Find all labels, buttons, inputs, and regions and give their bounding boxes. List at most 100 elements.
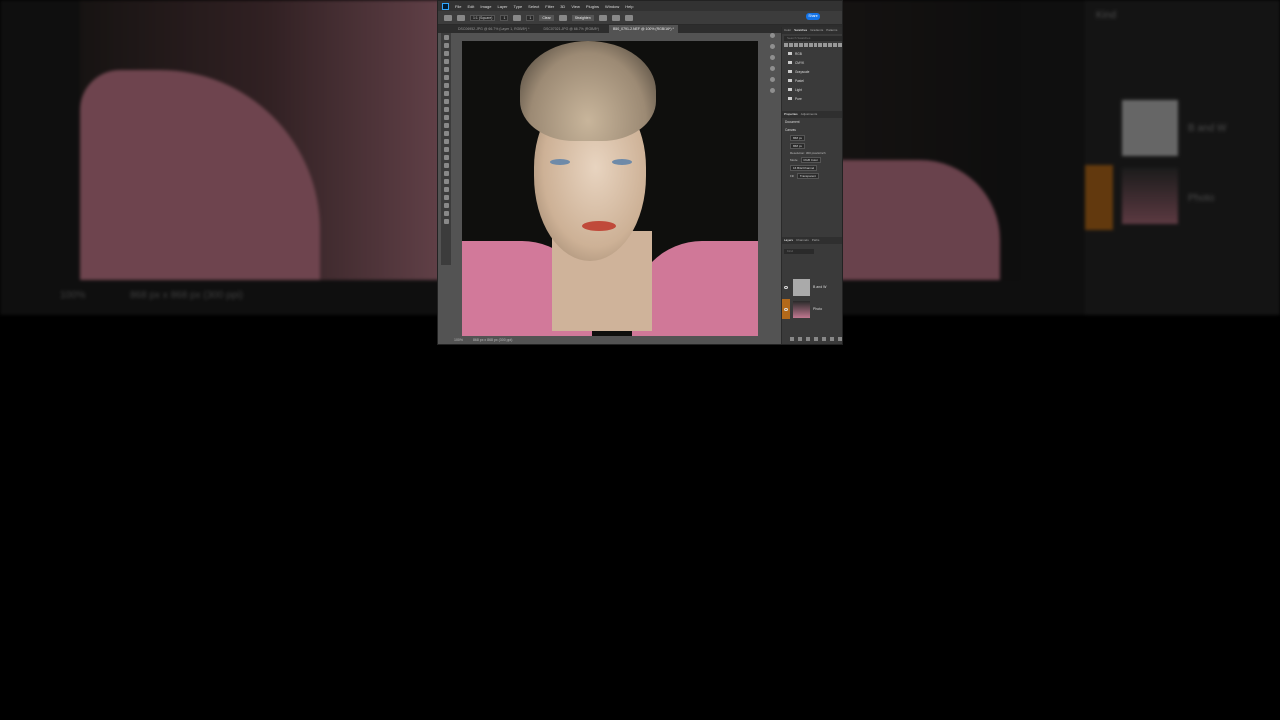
swatch[interactable]: [823, 43, 828, 47]
more-tools-icon[interactable]: [443, 203, 449, 208]
tab-dsc06952[interactable]: DSC06952.JPG @ 66.7% (Layer 1, RGB/8*) *: [454, 25, 533, 33]
menu-3d[interactable]: 3D: [560, 4, 565, 9]
tab-paths[interactable]: Paths: [812, 237, 820, 244]
home-icon[interactable]: [444, 14, 452, 21]
bit-depth-select[interactable]: 16 Bits/Channel: [790, 165, 818, 171]
swap-icon[interactable]: [513, 14, 522, 21]
tab-layers[interactable]: Layers: [784, 237, 793, 244]
swatch[interactable]: [788, 43, 793, 47]
menu-select[interactable]: Select: [528, 4, 539, 9]
trash-icon[interactable]: [838, 337, 842, 341]
swatch[interactable]: [793, 43, 798, 47]
zoom-level[interactable]: 100%: [454, 338, 463, 342]
pen-tool-icon[interactable]: [443, 155, 449, 160]
eyedropper-tool-icon[interactable]: [443, 83, 449, 88]
straighten-button[interactable]: Straighten: [571, 14, 594, 21]
zoom-tool-icon[interactable]: [443, 195, 449, 200]
marquee-tool-icon[interactable]: [443, 43, 449, 48]
mode-select[interactable]: RGB Color: [800, 157, 822, 163]
menu-plugins[interactable]: Plugins: [586, 4, 599, 9]
crop-tool-icon[interactable]: [457, 14, 465, 21]
tab-adjustments[interactable]: Adjustments: [801, 111, 818, 118]
visibility-eye-icon[interactable]: [782, 299, 790, 319]
info-icon[interactable]: [769, 44, 775, 49]
menu-file[interactable]: File: [455, 4, 461, 9]
menu-help[interactable]: Help: [625, 4, 633, 9]
menu-type[interactable]: Type: [514, 4, 523, 9]
layer-row-photo[interactable]: Photo: [782, 299, 842, 319]
tab-properties[interactable]: Properties: [784, 111, 798, 118]
swatch[interactable]: [813, 43, 818, 47]
brush-tool-icon[interactable]: [443, 99, 449, 104]
blur-tool-icon[interactable]: [443, 139, 449, 144]
lasso-tool-icon[interactable]: [443, 51, 449, 56]
ratio-select[interactable]: 1:1 (Square): [470, 14, 496, 21]
tab-color[interactable]: Color: [784, 27, 791, 34]
tab-gradients[interactable]: Gradients: [810, 27, 823, 34]
crop-tool-icon[interactable]: [443, 67, 449, 72]
tab-swatches[interactable]: Swatches: [794, 27, 807, 34]
brush-settings-icon[interactable]: [769, 55, 775, 60]
swatch-folder-cmyk[interactable]: CMYK: [782, 58, 842, 67]
frame-tool-icon[interactable]: [443, 75, 449, 80]
move-tool-icon[interactable]: [443, 35, 449, 40]
menu-window[interactable]: Window: [605, 4, 619, 9]
tab-dsc07021[interactable]: DSC07021.JPG @ 66.7% (RGB/8*): [539, 25, 603, 33]
history-brush-icon[interactable]: [443, 115, 449, 120]
swatch[interactable]: [838, 43, 842, 47]
straighten-icon[interactable]: [558, 14, 567, 21]
swatch-folder-grayscale[interactable]: Grayscale: [782, 67, 842, 76]
swatches-search-input[interactable]: Search Swatches: [784, 36, 842, 41]
link-icon[interactable]: [790, 337, 794, 341]
mask-icon[interactable]: [806, 337, 810, 341]
height-field[interactable]: 868 px: [790, 143, 806, 149]
quick-select-tool-icon[interactable]: [443, 59, 449, 64]
character-icon[interactable]: [769, 77, 775, 82]
delete-cropped-icon[interactable]: [624, 14, 633, 21]
type-tool-icon[interactable]: [443, 163, 449, 168]
adjustment-layer-icon[interactable]: [814, 337, 818, 341]
tab-b50-0791[interactable]: B50_0791-2.NEF @ 100% (RGB/16*) *: [608, 25, 678, 33]
swatch[interactable]: [803, 43, 808, 47]
tab-channels[interactable]: Channels: [796, 237, 809, 244]
hand-tool-icon[interactable]: [443, 187, 449, 192]
document-canvas[interactable]: [462, 41, 758, 336]
fill-select[interactable]: Transparent: [796, 173, 819, 179]
dodge-tool-icon[interactable]: [443, 147, 449, 152]
swatch-folder-pure[interactable]: Pure: [782, 94, 842, 103]
swatch[interactable]: [798, 43, 803, 47]
new-layer-icon[interactable]: [830, 337, 834, 341]
healing-tool-icon[interactable]: [443, 91, 449, 96]
fx-icon[interactable]: [798, 337, 802, 341]
swatch[interactable]: [833, 43, 838, 47]
color-swatches-icon[interactable]: [443, 211, 449, 216]
shape-tool-icon[interactable]: [443, 179, 449, 184]
swatch[interactable]: [818, 43, 823, 47]
group-folder-icon[interactable]: [822, 337, 826, 341]
ratio-width-field[interactable]: 1: [500, 14, 509, 21]
swatch-folder-light[interactable]: Light: [782, 85, 842, 94]
swatch-folder-rgb[interactable]: RGB: [782, 49, 842, 58]
eraser-tool-icon[interactable]: [443, 123, 449, 128]
swatch[interactable]: [828, 43, 833, 47]
swatch[interactable]: [808, 43, 813, 47]
layer-filter-kind[interactable]: Kind: [784, 249, 814, 254]
quick-mask-icon[interactable]: [443, 219, 449, 224]
clear-button[interactable]: Clear: [539, 14, 554, 21]
menu-layer[interactable]: Layer: [497, 4, 507, 9]
visibility-eye-icon[interactable]: [782, 277, 790, 297]
width-field[interactable]: 868 px: [790, 135, 806, 141]
swatch-folder-pastel[interactable]: Pastel: [782, 76, 842, 85]
layer-row-bw[interactable]: B and W: [782, 277, 842, 297]
ratio-height-field[interactable]: 1: [526, 14, 535, 21]
photoshop-logo-icon[interactable]: [442, 2, 449, 10]
settings-gear-icon[interactable]: [611, 14, 620, 21]
path-select-icon[interactable]: [443, 171, 449, 176]
tools-preset-icon[interactable]: [769, 88, 775, 93]
share-button[interactable]: Share: [806, 13, 820, 20]
gradient-tool-icon[interactable]: [443, 131, 449, 136]
menu-edit[interactable]: Edit: [467, 4, 474, 9]
tab-patterns[interactable]: Patterns: [826, 27, 837, 34]
menu-view[interactable]: View: [571, 4, 580, 9]
menu-image[interactable]: Image: [480, 4, 491, 9]
